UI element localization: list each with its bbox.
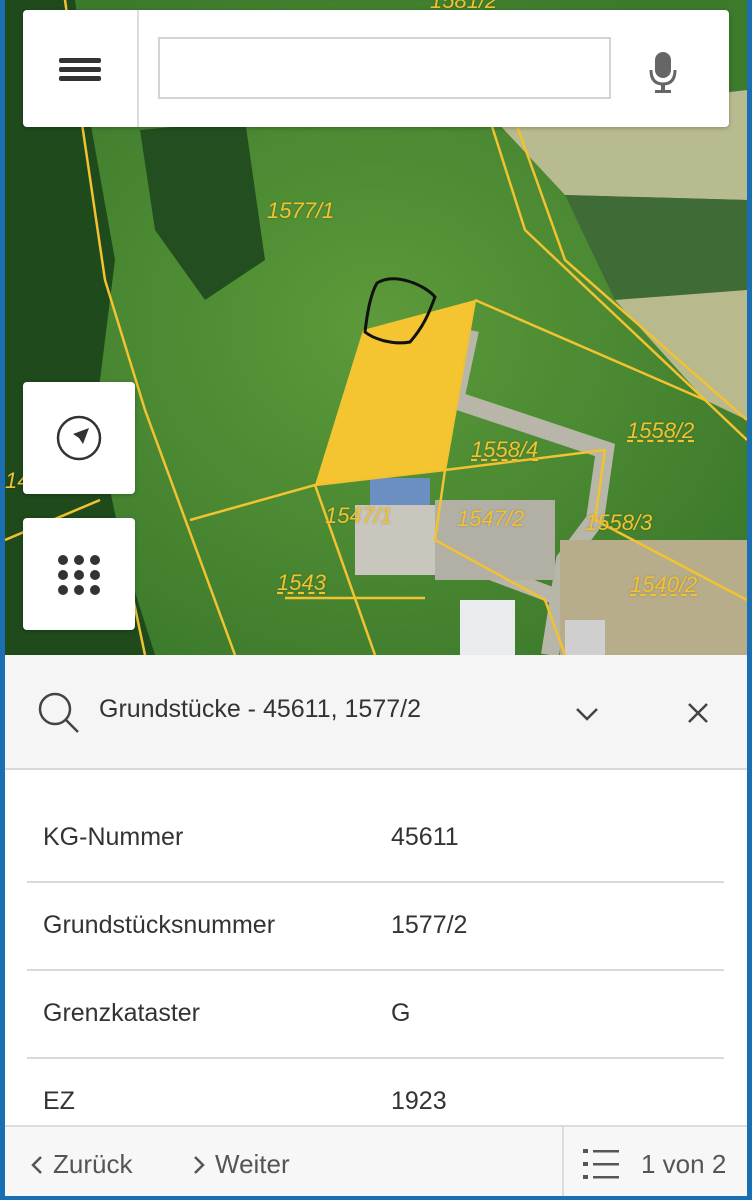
next-button[interactable]: Weiter bbox=[191, 1149, 290, 1180]
microphone-icon bbox=[649, 52, 677, 93]
chevron-left-icon bbox=[31, 1155, 42, 1174]
result-counter: 1 von 2 bbox=[641, 1149, 727, 1179]
menu-button[interactable] bbox=[23, 10, 139, 127]
list-icon[interactable] bbox=[583, 1147, 621, 1181]
attribute-key: KG-Nummer bbox=[43, 823, 184, 851]
table-row: Grundstücksnummer 1577/2 bbox=[27, 883, 724, 971]
hamburger-icon bbox=[59, 58, 101, 63]
parcel-label: 1577/1 bbox=[267, 198, 335, 223]
parcel-label: 1558/2 bbox=[627, 418, 695, 443]
map-view[interactable]: 1577/1 1558/2 1558/4 1547/1 1547/2 1558/… bbox=[5, 0, 747, 655]
microphone-button[interactable] bbox=[648, 50, 698, 106]
result-panel: Grundstücke - 45611, 1577/2 KG-Nummer 45… bbox=[5, 655, 747, 1196]
result-title: Grundstücke - 45611, 1577/2 bbox=[99, 695, 421, 723]
attribute-value: 1923 bbox=[391, 1087, 447, 1115]
navigation-arrow-icon bbox=[56, 415, 102, 461]
attribute-key: Grenzkataster bbox=[43, 999, 201, 1027]
table-row: Grenzkataster G bbox=[27, 971, 724, 1059]
search-icon bbox=[38, 692, 79, 733]
back-label: Zurück bbox=[53, 1149, 133, 1179]
next-label: Weiter bbox=[215, 1149, 290, 1179]
table-row: KG-Nummer 45611 bbox=[27, 795, 724, 883]
parcel-label: 1540/2 bbox=[630, 572, 698, 597]
search-input[interactable] bbox=[158, 37, 611, 99]
attribute-table: KG-Nummer 45611 Grundstücksnummer 1577/2… bbox=[27, 795, 724, 1145]
close-icon[interactable] bbox=[680, 695, 716, 731]
app-frame: 1577/1 1558/2 1558/4 1547/1 1547/2 1558/… bbox=[5, 0, 747, 1196]
back-button[interactable]: Zurück bbox=[29, 1149, 132, 1180]
chevron-right-icon bbox=[194, 1155, 205, 1174]
attribute-key: Grundstücksnummer bbox=[43, 911, 276, 939]
attribute-value: G bbox=[391, 999, 411, 1027]
pagination-footer: Zurück Weiter 1 von 2 bbox=[5, 1125, 747, 1196]
parcel-label: 1543 bbox=[277, 570, 326, 595]
parcel-label: 1558/4 bbox=[471, 437, 539, 462]
chevron-down-icon[interactable] bbox=[565, 695, 609, 731]
footer-divider bbox=[562, 1127, 564, 1196]
locate-button[interactable] bbox=[23, 382, 135, 494]
search-bar bbox=[23, 10, 729, 127]
parcel-label: 1547/2 bbox=[457, 506, 525, 531]
result-header: Grundstücke - 45611, 1577/2 bbox=[5, 655, 747, 770]
parcel-label: 1547/1 bbox=[325, 503, 393, 528]
parcel-label: 1558/3 bbox=[585, 510, 653, 535]
attribute-value: 1577/2 bbox=[391, 911, 468, 939]
layers-grid-button[interactable] bbox=[23, 518, 135, 630]
attribute-value: 45611 bbox=[391, 823, 459, 851]
grid-dots-icon bbox=[58, 555, 100, 595]
attribute-key: EZ bbox=[43, 1087, 75, 1115]
